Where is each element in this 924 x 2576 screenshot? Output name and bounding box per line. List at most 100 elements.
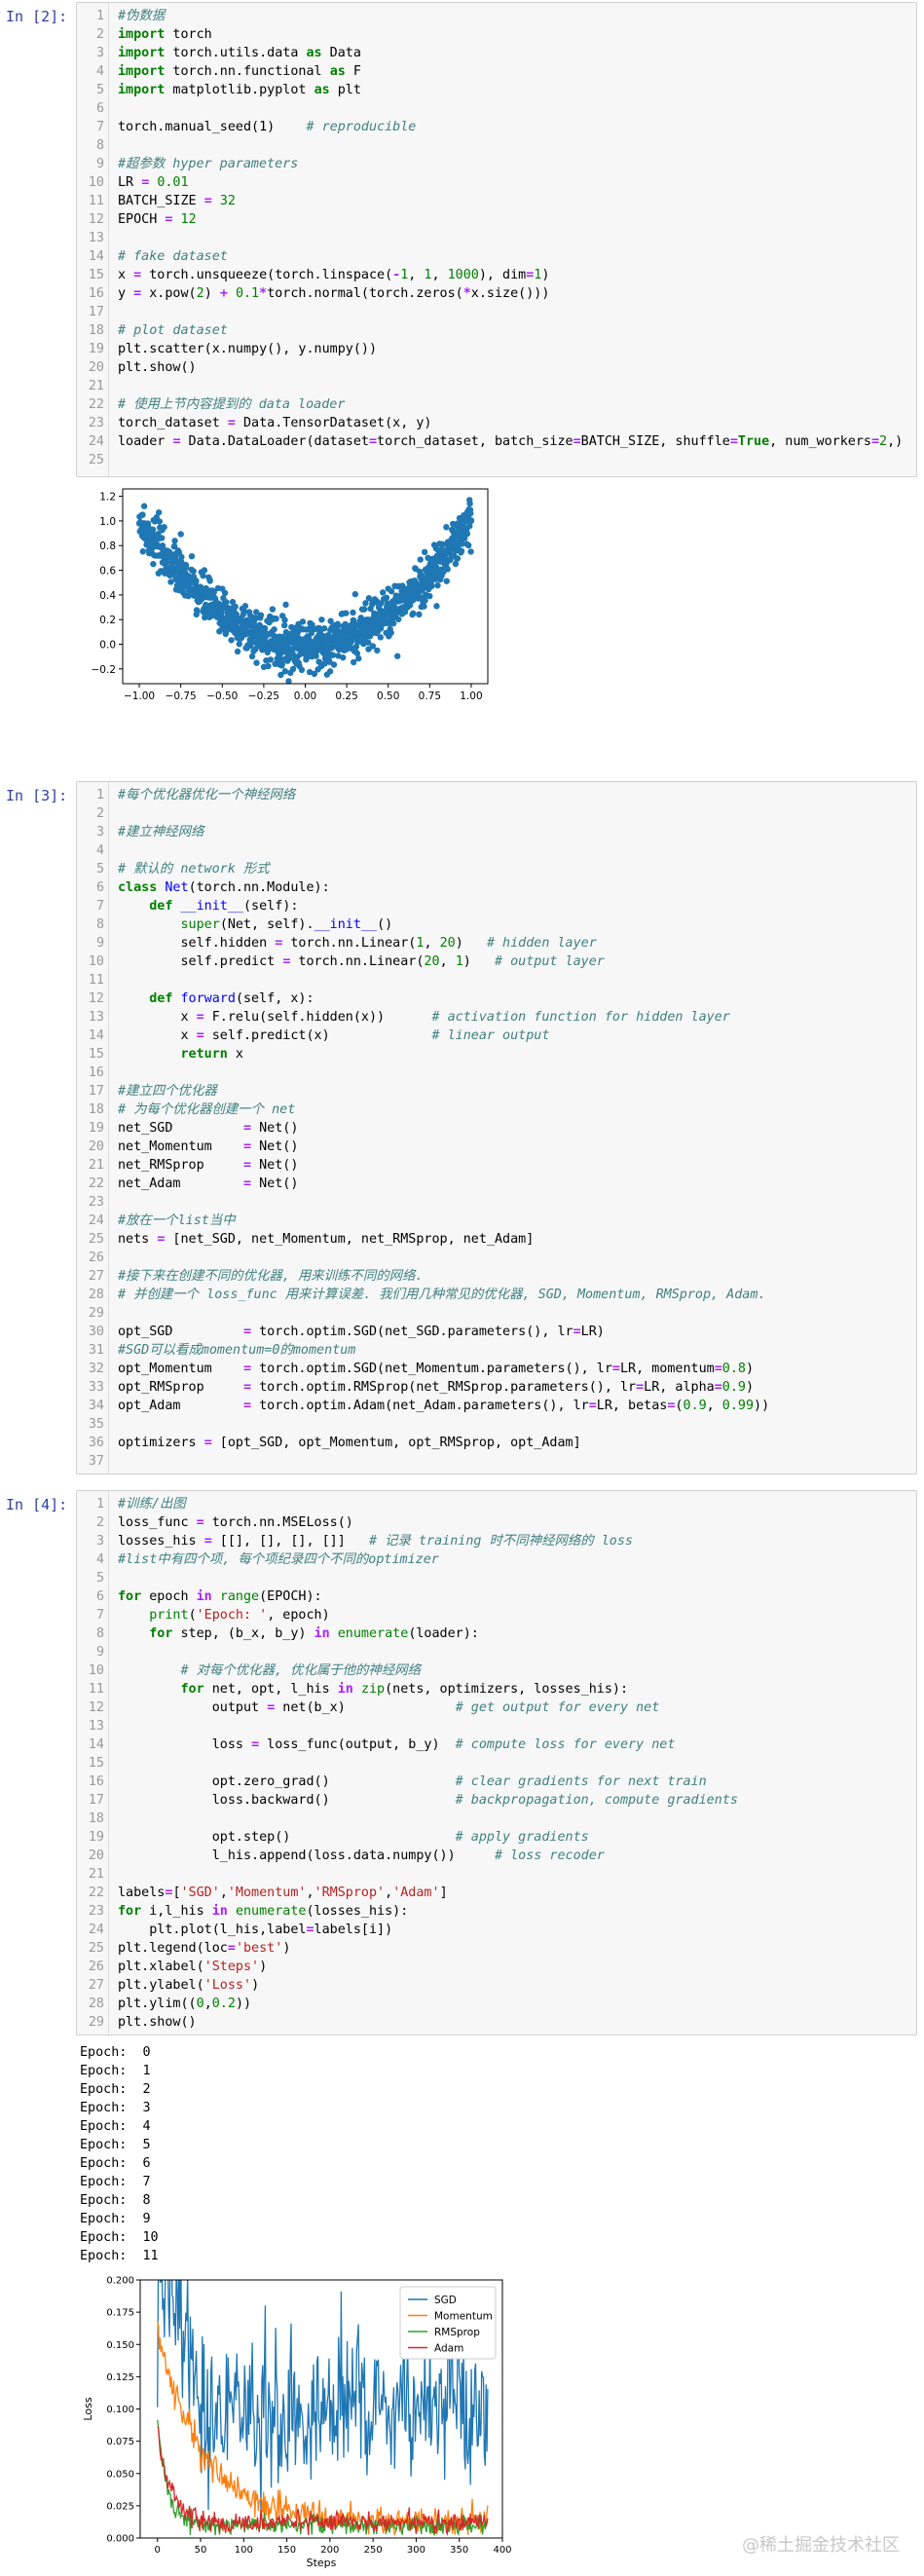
code-line[interactable]: 28 # 并创建一个 loss_func 用来计算误差. 我们用几种常见的优化器,… [77,1286,914,1304]
code-line[interactable]: 24 #放在一个list当中 [77,1212,914,1230]
code-line[interactable]: 1 #每个优化器优化一个神经网络 [77,786,914,804]
code-line[interactable]: 5 # 默认的 network 形式 [77,860,914,878]
code-line[interactable]: 11 [77,971,914,989]
code-line[interactable]: 3 import torch.utils.data as Data [77,44,914,62]
code-editor[interactable]: 1 #训练/出图 2 loss_func = torch.nn.MSELoss() 3 l… [76,1490,917,2035]
code-line[interactable]: 29 plt.show() [77,2013,914,2032]
code-line[interactable]: 23 torch_dataset = Data.TensorDataset(x, … [77,414,914,432]
code-line[interactable]: 22 # 使用上节内容提到的 data loader [77,395,914,414]
code-line[interactable]: 15 return x [77,1045,914,1064]
code-line[interactable]: 25 [77,451,914,469]
code-line[interactable]: 13 [77,229,914,247]
notebook-cell-2[interactable]: In [2]: 1 #伪数据 2 import torch 3 import torch.… [0,0,924,721]
code-editor[interactable]: 1 #每个优化器优化一个神经网络 2 3 #建立神经网络 4 5 # 默认的 network … [76,781,917,1475]
code-line[interactable]: 3 #建立神经网络 [77,823,914,841]
code-line[interactable]: 2 loss_func = torch.nn.MSELoss() [77,1513,914,1532]
code-line[interactable]: 4 #list中有四个项, 每个项纪录四个不同的optimizer [77,1550,914,1569]
code-line[interactable]: 5 [77,1569,914,1587]
code-line[interactable]: 25 plt.legend(loc='best') [77,1939,914,1958]
code-line[interactable]: 10 LR = 0.01 [77,173,914,192]
code-line[interactable]: 16 [77,1064,914,1082]
code-line[interactable]: 7 print('Epoch: ', epoch) [77,1606,914,1624]
code-line[interactable]: 13 x = F.relu(self.hidden(x)) # activati… [77,1008,914,1027]
code-text: # 对每个优化器, 优化属于他的神经网络 [118,1661,422,1680]
notebook-cell-4[interactable]: In [4]: 1 #训练/出图 2 loss_func = torch.nn.MSE… [0,1488,924,2569]
code-line[interactable]: 19 net_SGD = Net() [77,1119,914,1138]
code-line[interactable]: 26 [77,1249,914,1267]
code-line[interactable]: 18 [77,1810,914,1828]
code-line[interactable]: 9 self.hidden = torch.nn.Linear(1, 20) #… [77,934,914,952]
notebook-cell-3[interactable]: In [3]: 1 #每个优化器优化一个神经网络 2 3 #建立神经网络 4 5 # 默认的 … [0,779,924,1480]
code-line[interactable]: 23 for i,l_his in enumerate(losses_his): [77,1902,914,1921]
code-line[interactable]: 12 output = net(b_x) # get output for ev… [77,1699,914,1717]
code-line[interactable]: 2 import torch [77,25,914,44]
code-line[interactable]: 11 BATCH_SIZE = 32 [77,192,914,210]
code-line[interactable]: 25 nets = [net_SGD, net_Momentum, net_RMS… [77,1230,914,1249]
code-line[interactable]: 4 [77,841,914,860]
code-line[interactable]: 23 [77,1193,914,1212]
code-line[interactable]: 6 [77,99,914,118]
code-line[interactable]: 16 opt.zero_grad() # clear gradients for… [77,1773,914,1791]
code-line[interactable]: 9 [77,1643,914,1661]
code-line[interactable]: 20 net_Momentum = Net() [77,1138,914,1156]
code-line[interactable]: 15 [77,1754,914,1773]
code-line[interactable]: 12 EPOCH = 12 [77,210,914,229]
code-editor[interactable]: 1 #伪数据 2 import torch 3 import torch.utils.da… [76,2,917,477]
code-line[interactable]: 33 opt_RMSprop = torch.optim.RMSprop(net_… [77,1378,914,1397]
code-line[interactable]: 14 loss = loss_func(output, b_y) # compu… [77,1736,914,1754]
code-line[interactable]: 34 opt_Adam = torch.optim.Adam(net_Adam.p… [77,1397,914,1415]
code-line[interactable]: 1 #伪数据 [77,7,914,25]
code-line[interactable]: 16 y = x.pow(2) + 0.1*torch.normal(torch.… [77,284,914,303]
code-line[interactable]: 20 plt.show() [77,358,914,377]
code-line[interactable]: 32 opt_Momentum = torch.optim.SGD(net_Mom… [77,1360,914,1378]
code-text: for i,l_his in enumerate(losses_his): [118,1902,408,1921]
code-line[interactable]: 13 [77,1717,914,1736]
code-line[interactable]: 9 #超参数 hyper parameters [77,155,914,173]
code-line[interactable]: 27 #接下来在创建不同的优化器, 用来训练不同的网络. [77,1267,914,1286]
code-line[interactable]: 7 torch.manual_seed(1) # reproducible [77,118,914,136]
code-line[interactable]: 7 def __init__(self): [77,897,914,915]
code-line[interactable]: 10 self.predict = torch.nn.Linear(20, 1)… [77,952,914,971]
code-line[interactable]: 6 class Net(torch.nn.Module): [77,878,914,897]
code-line[interactable]: 11 for net, opt, l_his in zip(nets, opti… [77,1680,914,1699]
code-line[interactable]: 8 [77,136,914,155]
code-line[interactable]: 17 #建立四个优化器 [77,1082,914,1101]
code-token: (loader): [408,1626,479,1641]
code-line[interactable]: 6 for epoch in range(EPOCH): [77,1587,914,1606]
code-line[interactable]: 18 # 为每个优化器创建一个 net [77,1101,914,1119]
code-line[interactable]: 36 optimizers = [opt_SGD, opt_Momentum, o… [77,1434,914,1452]
code-line[interactable]: 3 losses_his = [[], [], [], []] # 记录 trai… [77,1532,914,1550]
code-line[interactable]: 19 opt.step() # apply gradients [77,1828,914,1847]
code-line[interactable]: 29 [77,1304,914,1323]
code-line[interactable]: 24 plt.plot(l_his,label=labels[i]) [77,1921,914,1939]
code-line[interactable]: 14 # fake dataset [77,247,914,266]
code-line[interactable]: 22 labels=['SGD','Momentum','RMSprop','Ad… [77,1884,914,1902]
code-line[interactable]: 19 plt.scatter(x.numpy(), y.numpy()) [77,340,914,358]
code-line[interactable]: 14 x = self.predict(x) # linear output [77,1027,914,1045]
code-line[interactable]: 1 #训练/出图 [77,1495,914,1513]
code-line[interactable]: 28 plt.ylim((0,0.2)) [77,1995,914,2013]
code-line[interactable]: 10 # 对每个优化器, 优化属于他的神经网络 [77,1661,914,1680]
code-line[interactable]: 24 loader = Data.DataLoader(dataset=torch… [77,432,914,451]
code-line[interactable]: 26 plt.xlabel('Steps') [77,1958,914,1976]
code-line[interactable]: 21 [77,1865,914,1884]
code-line[interactable]: 20 l_his.append(loss.data.numpy()) # los… [77,1847,914,1865]
code-line[interactable]: 18 # plot dataset [77,321,914,340]
code-line[interactable]: 12 def forward(self, x): [77,989,914,1008]
code-line[interactable]: 8 super(Net, self).__init__() [77,915,914,934]
code-line[interactable]: 22 net_Adam = Net() [77,1175,914,1193]
code-line[interactable]: 5 import matplotlib.pyplot as plt [77,81,914,99]
code-line[interactable]: 27 plt.ylabel('Loss') [77,1976,914,1995]
code-line[interactable]: 30 opt_SGD = torch.optim.SGD(net_SGD.para… [77,1323,914,1341]
code-line[interactable]: 17 [77,303,914,321]
code-line[interactable]: 31 #SGD可以看成momentum=0的momentum [77,1341,914,1360]
code-line[interactable]: 8 for step, (b_x, b_y) in enumerate(load… [77,1624,914,1643]
code-line[interactable]: 37 [77,1452,914,1471]
code-line[interactable]: 35 [77,1415,914,1434]
code-line[interactable]: 4 import torch.nn.functional as F [77,62,914,81]
code-line[interactable]: 15 x = torch.unsqueeze(torch.linspace(-1,… [77,266,914,284]
code-line[interactable]: 21 net_RMSprop = Net() [77,1156,914,1175]
code-line[interactable]: 2 [77,804,914,823]
code-line[interactable]: 21 [77,377,914,395]
code-line[interactable]: 17 loss.backward() # backpropagation, co… [77,1791,914,1810]
